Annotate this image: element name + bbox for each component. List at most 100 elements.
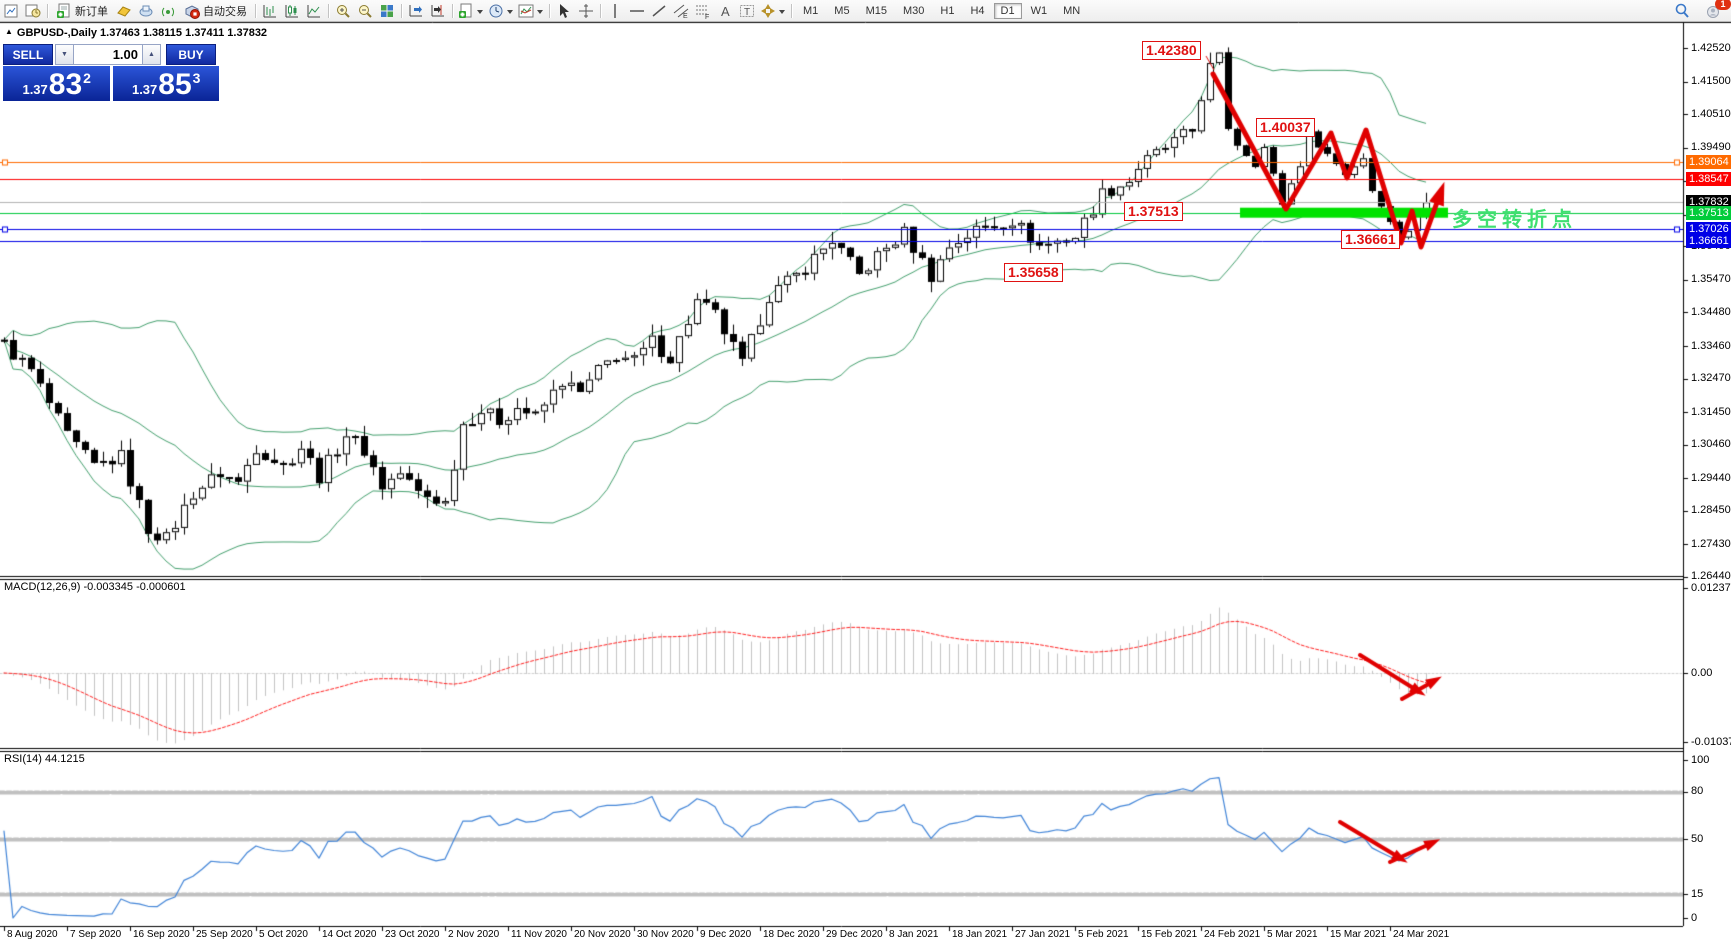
timeframe-bar: M1M5M15M30H1H4D1W1MN — [795, 3, 1088, 19]
volume-increase-button[interactable]: ▲ — [142, 44, 161, 65]
zoom-in-icon[interactable] — [332, 2, 354, 20]
timeframe-h4[interactable]: H4 — [963, 3, 991, 19]
buy-price-small: 1.37 — [132, 82, 157, 97]
price-tick: 1.30460 — [1691, 438, 1731, 450]
price-annotation[interactable]: 1.37513 — [1124, 202, 1183, 221]
toolbar-separator — [328, 4, 329, 18]
auto-trading-button[interactable]: 自动交易 — [179, 2, 252, 20]
timeframe-m30[interactable]: M30 — [896, 3, 931, 19]
chart-shift-icon[interactable] — [427, 2, 449, 20]
svg-text:E: E — [683, 13, 688, 19]
date-tick: 5 Oct 2020 — [259, 929, 308, 940]
crosshair-icon[interactable] — [575, 2, 597, 20]
toolbar-separator — [600, 4, 601, 18]
one-click-trading-panel: SELL ▼ ▲ BUY 1.37 83 2 1.37 85 3 — [3, 44, 219, 101]
date-tick: 9 Dec 2020 — [700, 929, 751, 940]
rsi-label: RSI(14) 44.1215 — [4, 753, 85, 765]
price-chart-canvas[interactable] — [0, 0, 1731, 942]
price-tick: 1.29440 — [1691, 472, 1731, 484]
price-tick: 1.42520 — [1691, 42, 1731, 54]
price-tag: 1.39064 — [1686, 155, 1731, 169]
date-tick: 25 Sep 2020 — [196, 929, 253, 940]
price-tick: 1.40510 — [1691, 108, 1731, 120]
date-tick: 14 Oct 2020 — [322, 929, 376, 940]
label-icon[interactable]: T — [736, 2, 758, 20]
arrows-dropdown[interactable] — [758, 2, 788, 20]
bars-icon[interactable] — [259, 2, 281, 20]
periods-dropdown[interactable] — [486, 2, 516, 20]
timeframe-m15[interactable]: M15 — [859, 3, 894, 19]
timeframe-m1[interactable]: M1 — [796, 3, 825, 19]
price-annotation[interactable]: 1.40037 — [1256, 118, 1315, 137]
price-tag: 1.36661 — [1686, 234, 1731, 248]
trendline-icon[interactable] — [648, 2, 670, 20]
date-tick: 16 Sep 2020 — [133, 929, 190, 940]
price-tick: 1.27430 — [1691, 538, 1731, 550]
fibonacci-icon[interactable]: F — [692, 2, 714, 20]
signals-icon[interactable] — [157, 2, 179, 20]
price-annotation[interactable]: 1.36661 — [1341, 230, 1400, 249]
date-tick: 30 Nov 2020 — [637, 929, 694, 940]
timeframe-h1[interactable]: H1 — [933, 3, 961, 19]
auto-scroll-icon[interactable] — [405, 2, 427, 20]
rsi-tick: 100 — [1691, 754, 1709, 766]
line-chart-icon[interactable] — [303, 2, 325, 20]
tile-windows-icon[interactable] — [376, 2, 398, 20]
sell-button[interactable]: SELL — [3, 44, 53, 65]
price-tick: 1.33460 — [1691, 340, 1731, 352]
turning-point-note[interactable]: 多空转折点 — [1452, 203, 1577, 232]
date-tick: 23 Oct 2020 — [385, 929, 439, 940]
date-tick: 7 Sep 2020 — [70, 929, 121, 940]
new-order-button[interactable]: 新订单 — [51, 2, 113, 20]
text-icon[interactable]: A — [714, 2, 736, 20]
timeframe-d1[interactable]: D1 — [994, 3, 1022, 19]
sell-price-display[interactable]: 1.37 83 2 — [3, 66, 110, 101]
macd-label: MACD(12,26,9) -0.003345 -0.000601 — [4, 581, 186, 593]
auto-trading-label: 自动交易 — [203, 3, 247, 19]
hline-icon[interactable] — [626, 2, 648, 20]
sell-price-big: 83 — [49, 70, 82, 100]
templates-dropdown[interactable] — [516, 2, 546, 20]
price-tick: 1.35470 — [1691, 273, 1731, 285]
timeframe-m5[interactable]: M5 — [827, 3, 856, 19]
zoom-out-icon[interactable] — [354, 2, 376, 20]
price-tick: 1.34480 — [1691, 306, 1731, 318]
toolbar-separator — [791, 4, 792, 18]
new-chart-icon[interactable] — [0, 2, 22, 20]
cursor-icon[interactable] — [553, 2, 575, 20]
vline-icon[interactable] — [604, 2, 626, 20]
channel-icon[interactable]: E — [670, 2, 692, 20]
price-tick: 1.41500 — [1691, 75, 1731, 87]
search-icon[interactable] — [1671, 2, 1693, 20]
date-tick: 24 Mar 2021 — [1393, 929, 1449, 940]
price-annotation[interactable]: 1.35658 — [1004, 263, 1063, 282]
svg-text:A: A — [721, 4, 730, 19]
collapse-marker-icon[interactable]: ▲ — [5, 27, 13, 36]
date-tick: 27 Jan 2021 — [1015, 929, 1070, 940]
svg-text:T: T — [744, 7, 750, 18]
profiles-icon[interactable] — [22, 2, 44, 20]
indicators-dropdown[interactable] — [456, 2, 486, 20]
sell-price-pip: 2 — [83, 70, 91, 86]
date-tick: 20 Nov 2020 — [574, 929, 631, 940]
candles-icon[interactable] — [281, 2, 303, 20]
deposit-icon[interactable] — [113, 2, 135, 20]
community-icon[interactable]: 1 — [1703, 2, 1725, 20]
toolbar-separator — [47, 4, 48, 18]
timeframe-mn[interactable]: MN — [1056, 3, 1087, 19]
date-tick: 15 Mar 2021 — [1330, 929, 1386, 940]
price-annotation[interactable]: 1.42380 — [1142, 41, 1201, 60]
volume-input[interactable] — [74, 44, 142, 65]
buy-price-display[interactable]: 1.37 85 3 — [113, 66, 219, 101]
sell-price-small: 1.37 — [22, 82, 47, 97]
rsi-tick: 15 — [1691, 888, 1703, 900]
main-toolbar: 新订单 自动交易 — [0, 0, 1731, 22]
buy-price-big: 85 — [158, 70, 191, 100]
volume-decrease-button[interactable]: ▼ — [55, 44, 74, 65]
chart-info-line: ▲GBPUSD-,Daily 1.37463 1.38115 1.37411 1… — [5, 27, 267, 39]
web-terminal-icon[interactable] — [135, 2, 157, 20]
date-tick: 29 Dec 2020 — [826, 929, 883, 940]
buy-button[interactable]: BUY — [166, 44, 216, 65]
price-tick: 1.28450 — [1691, 504, 1731, 516]
timeframe-w1[interactable]: W1 — [1024, 3, 1055, 19]
